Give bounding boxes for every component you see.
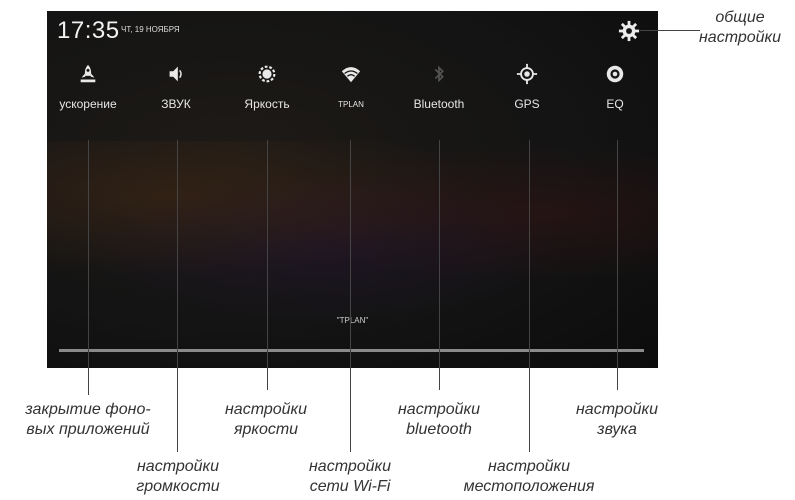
callout-line-volume <box>177 140 178 452</box>
date: ЧТ, 19 НОЯБРЯ <box>121 25 180 34</box>
caption-location: настройки местоположения <box>463 458 595 495</box>
tile-label: ускорение <box>59 97 117 111</box>
callout-line-boost <box>88 140 89 395</box>
notification-scrollbar[interactable] <box>59 349 644 352</box>
tile-label: EQ <box>606 97 624 111</box>
caption-brightness: настройки яркости <box>225 401 307 438</box>
tile-volume[interactable]: ЗВУК <box>136 63 216 123</box>
callout-line-wifi <box>350 140 351 452</box>
caption-general: общие настройки <box>699 9 781 46</box>
gps-icon <box>516 63 538 85</box>
callout-line-location <box>529 140 530 452</box>
network-name: "TPLAN" <box>336 316 369 325</box>
gear-icon[interactable] <box>618 20 640 42</box>
eq-icon <box>606 65 624 83</box>
brightness-icon <box>258 65 276 83</box>
callout-line-brightness <box>267 140 268 390</box>
tile-bluetooth[interactable]: Bluetooth <box>399 63 479 123</box>
caption-bluetooth: настройки bluetooth <box>398 401 480 438</box>
tile-label: TPLAN <box>338 100 364 109</box>
tile-eq[interactable]: EQ <box>575 63 655 123</box>
caption-sound: настройки звука <box>576 401 658 438</box>
device-screen: 17:35 ЧТ, 19 НОЯБРЯ ускорение ЗВУК Яркос… <box>47 11 658 368</box>
tile-label: Яркость <box>244 97 290 111</box>
wifi-icon <box>341 67 361 83</box>
caption-boost: закрытие фоно- вых приложений <box>25 401 151 438</box>
callout-line-sound <box>617 140 618 390</box>
tile-wifi[interactable]: TPLAN <box>311 63 391 123</box>
tile-label: ЗВУК <box>161 97 191 111</box>
status-bar: 17:35 ЧТ, 19 НОЯБРЯ <box>47 11 658 51</box>
tile-label: GPS <box>514 97 540 111</box>
callout-line-bluetooth <box>439 140 440 390</box>
rocket-icon <box>80 64 96 83</box>
bluetooth-icon <box>434 65 444 83</box>
tile-boost[interactable]: ускорение <box>48 63 128 123</box>
tile-label: Bluetooth <box>413 97 465 111</box>
caption-volume: настройки громкости <box>136 458 220 495</box>
clock: 17:35 <box>57 17 120 44</box>
tile-brightness[interactable]: Яркость <box>227 63 307 123</box>
volume-icon <box>169 66 182 82</box>
caption-wifi: настройки сети Wi-Fi <box>309 458 391 495</box>
scrollbar-fill <box>59 349 644 352</box>
tile-gps[interactable]: GPS <box>487 63 567 123</box>
